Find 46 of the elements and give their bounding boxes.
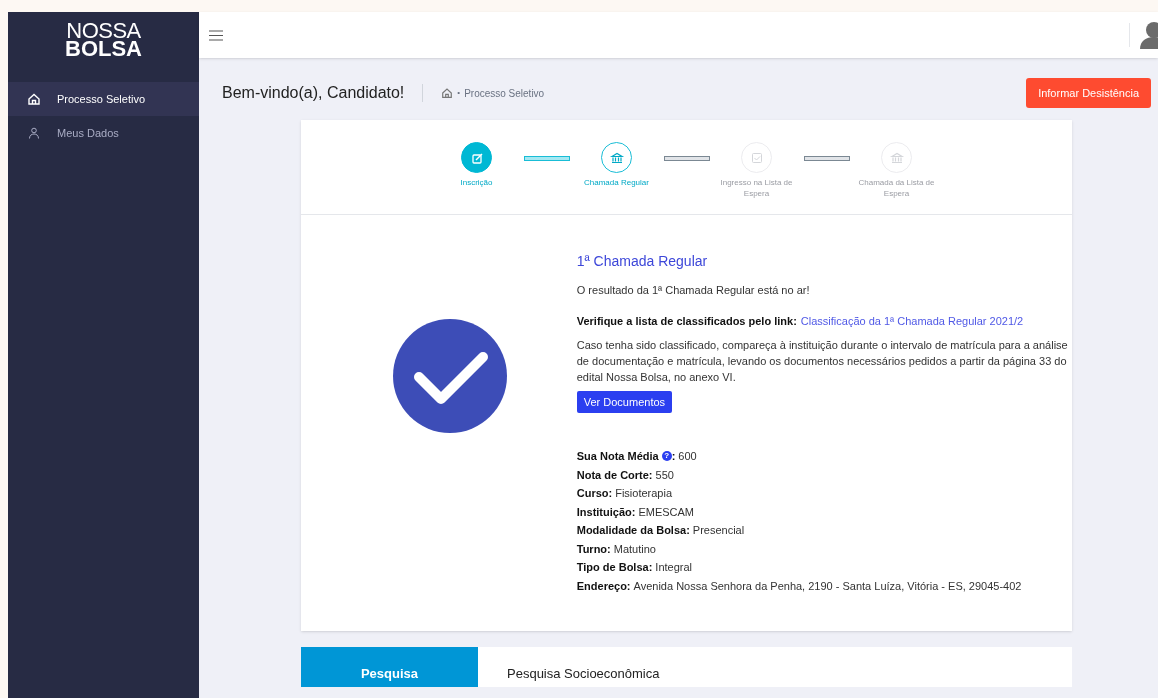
detail-colon: : bbox=[671, 449, 676, 464]
sidebar-item[interactable]: Meus Dados bbox=[8, 116, 199, 150]
instructions-text: Caso tenha sido classificado, compareça à instituição durante o intervalo de matrícula para a análise de documentação e matrícula, levando os documentos necessários pedidos a partir da página 33 do edital Nossa Bolsa, no anexo VI. bbox=[576, 338, 1069, 385]
home-icon bbox=[27, 92, 41, 106]
detail-value: Presencial bbox=[692, 523, 745, 538]
home-icon[interactable] bbox=[441, 87, 454, 99]
step-connector bbox=[523, 156, 570, 161]
detail-label: Sua Nota Média bbox=[576, 449, 659, 464]
result-message: O resultado da 1ª Chamada Regular está no ar! bbox=[576, 283, 811, 298]
documents-button[interactable]: Ver Documentos bbox=[576, 391, 673, 413]
detail-label: Modalidade da Bolsa: bbox=[576, 523, 690, 538]
detail-value: EMESCAM bbox=[638, 504, 695, 520]
step-marker[interactable] bbox=[601, 142, 632, 173]
withdraw-button[interactable]: Informar Desistência bbox=[1026, 78, 1151, 108]
section-title: Pesquisa Socioeconômica bbox=[507, 665, 660, 683]
detail-label: Endereço: bbox=[576, 578, 631, 594]
detail-value: Fisioterapia bbox=[615, 486, 673, 501]
section-tab[interactable]: Pesquisa bbox=[301, 647, 478, 687]
step-connector bbox=[663, 156, 710, 161]
section-heading: 1ª Chamada Regular bbox=[576, 252, 709, 271]
detail-label: Curso: bbox=[576, 486, 613, 501]
detail-label: Turno: bbox=[576, 541, 611, 557]
page-title: Bem-vindo(a), Candidato! bbox=[222, 83, 405, 103]
breadcrumb-separator: • bbox=[457, 87, 461, 99]
help-icon[interactable]: ? bbox=[661, 451, 672, 462]
step-label: Chamada da Lista de Espera bbox=[857, 177, 936, 199]
step-label: Inscrição bbox=[460, 177, 493, 188]
person-icon bbox=[27, 126, 41, 140]
detail-value: 600 bbox=[678, 449, 697, 464]
detail-label: Instituição: bbox=[576, 504, 636, 520]
detail-value: Matutino bbox=[613, 541, 656, 557]
menu-icon[interactable] bbox=[209, 29, 223, 41]
step-connector bbox=[803, 156, 850, 161]
step-label: Ingresso na Lista de Espera bbox=[719, 177, 794, 199]
step-label: Chamada Regular bbox=[584, 177, 649, 188]
detail-value: Integral bbox=[655, 560, 693, 575]
sidebar-item[interactable]: Processo Seletivo bbox=[8, 82, 199, 116]
link-label: Verifique a lista de classificados pelo link: bbox=[576, 314, 797, 327]
logo: NOSSA BOLSA bbox=[64, 17, 143, 63]
detail-value: Avenida Nossa Senhora da Penha, 2190 - Santa Luíza, Vitória - ES, 29045-402 bbox=[633, 578, 1022, 594]
detail-value: 550 bbox=[655, 467, 674, 483]
detail-label: Nota de Corte: bbox=[576, 467, 653, 483]
classification-link[interactable]: Classificação da 1ª Chamada Regular 2021/2 bbox=[800, 314, 1024, 327]
detail-label: Tipo de Bolsa: bbox=[576, 560, 653, 575]
breadcrumb-link[interactable]: Processo Seletivo bbox=[464, 85, 545, 101]
step-marker[interactable] bbox=[461, 142, 492, 173]
